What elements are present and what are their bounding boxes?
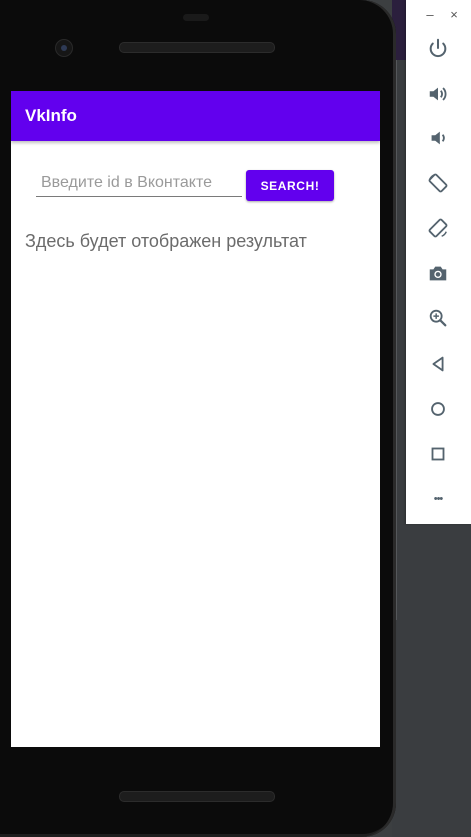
vk-id-input[interactable] — [36, 169, 242, 197]
rotate-right-icon[interactable] — [425, 215, 451, 241]
home-icon[interactable] — [425, 396, 451, 422]
volume-up-icon[interactable] — [425, 81, 451, 107]
overview-icon[interactable] — [425, 441, 451, 467]
search-button[interactable]: SEARCH! — [246, 170, 334, 201]
app-bar: VkInfo — [11, 91, 380, 141]
device-screen: VkInfo SEARCH! Здесь будет отображен рез… — [11, 91, 380, 747]
emulator-toolbar: – × ••• — [406, 0, 471, 524]
camera-icon[interactable] — [425, 260, 451, 286]
power-icon[interactable] — [425, 35, 451, 61]
front-camera — [55, 39, 73, 57]
more-icon[interactable]: ••• — [425, 486, 451, 512]
app-title: VkInfo — [25, 106, 77, 125]
top-speaker — [119, 42, 275, 53]
result-text: Здесь будет отображен результат — [25, 231, 307, 251]
volume-down-icon[interactable] — [425, 125, 451, 151]
rotate-left-icon[interactable] — [425, 170, 451, 196]
earpiece — [183, 14, 209, 21]
bottom-speaker — [119, 791, 275, 802]
back-icon[interactable] — [425, 351, 451, 377]
phone-frame: VkInfo SEARCH! Здесь будет отображен рез… — [0, 0, 396, 837]
id-input-container — [36, 169, 242, 199]
zoom-icon[interactable] — [425, 305, 451, 331]
close-button[interactable]: × — [447, 7, 461, 22]
minimize-button[interactable]: – — [423, 7, 437, 22]
